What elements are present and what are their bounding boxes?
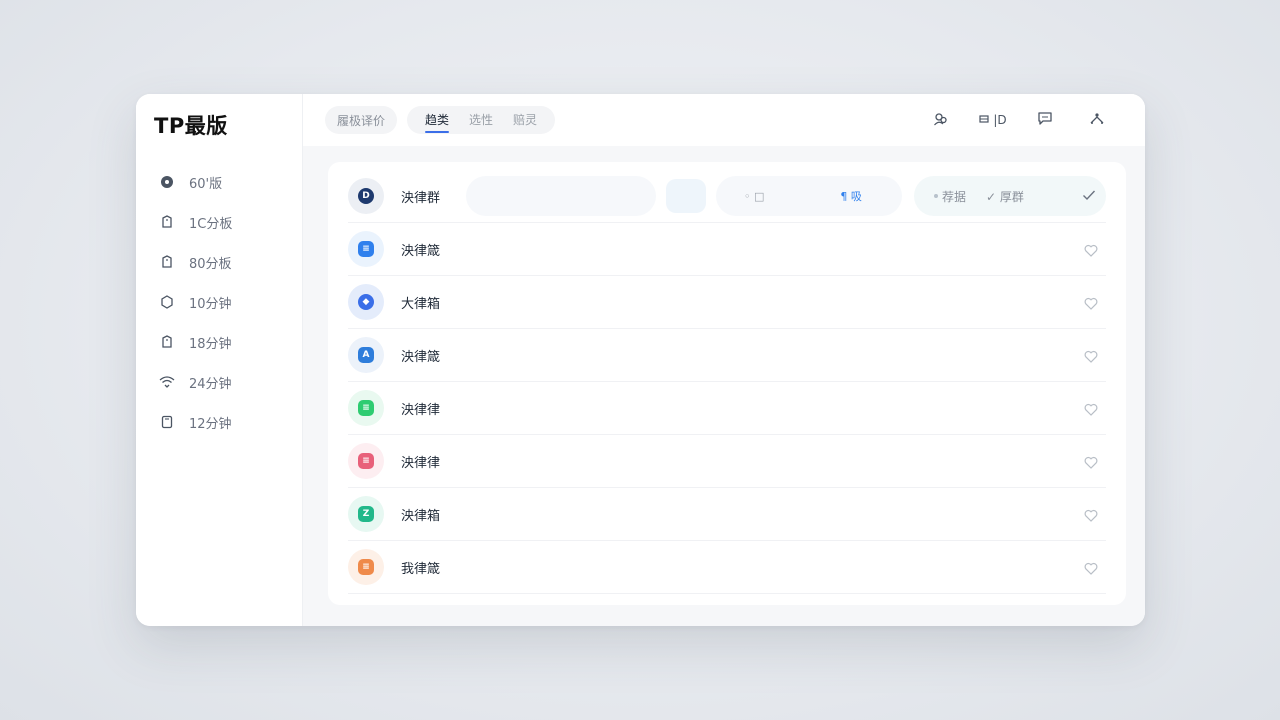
chip-box: 荐据 ✓ 厚群 bbox=[914, 176, 1106, 216]
app-window: TP最版 60'版 1C分板 80分板 10分钟 18分钟 24分钟 12分钟 … bbox=[136, 94, 1145, 626]
tab-1[interactable]: 趋类 bbox=[415, 106, 459, 134]
list-item-title: 泱律箴 bbox=[401, 243, 441, 259]
calendar-icon: ≡ bbox=[358, 241, 374, 257]
sidebar-item-2[interactable]: 1C分板 bbox=[154, 202, 302, 242]
avatar: ≡ bbox=[348, 231, 384, 267]
tag-icon bbox=[159, 254, 175, 270]
sidebar-item-5[interactable]: 18分钟 bbox=[154, 322, 302, 362]
chat-button[interactable] bbox=[1019, 106, 1071, 134]
message-icon: ≡ bbox=[358, 400, 374, 416]
tag-icon bbox=[159, 334, 175, 350]
list-item[interactable]: Z 泱律箱 bbox=[348, 488, 1106, 541]
avatar: Z bbox=[348, 496, 384, 532]
document-icon bbox=[159, 414, 175, 430]
share-button[interactable] bbox=[1071, 106, 1123, 134]
box-icon: ≡ bbox=[358, 559, 374, 575]
list-item[interactable]: ≡ 泱律律 bbox=[348, 435, 1106, 488]
filter-pill[interactable]: 履极译价 bbox=[325, 106, 398, 134]
list-item-title: 大律箱 bbox=[401, 296, 441, 312]
list-item[interactable]: ≡ 泱律箴 bbox=[348, 223, 1106, 276]
avatar: ≡ bbox=[348, 549, 384, 585]
filter-square-button[interactable] bbox=[666, 179, 707, 213]
hexagon-icon bbox=[159, 294, 175, 310]
filter-bar: ◦ □ ¶ 吸 荐据 ✓ 厚群 bbox=[466, 176, 1106, 216]
sidebar: TP最版 60'版 1C分板 80分板 10分钟 18分钟 24分钟 12分钟 bbox=[136, 94, 303, 626]
list-item-title: 泱律箴 bbox=[401, 349, 441, 365]
sidebar-item-label: 80分板 bbox=[189, 256, 232, 272]
main-panel: 履极译价 趋类 选性 赔灵 |D D 泱律群 ◦ □ ¶ 吸 荐据 ✓ 厚群 ≡… bbox=[303, 94, 1145, 626]
filter-pill-label: 履极译价 bbox=[337, 113, 386, 128]
sidebar-item-3[interactable]: 80分板 bbox=[154, 242, 302, 282]
users-button[interactable] bbox=[915, 106, 967, 134]
avatar: ≡ bbox=[348, 390, 384, 426]
layout-button[interactable]: |D bbox=[967, 106, 1019, 134]
list-item-title: 我律箴 bbox=[401, 561, 441, 577]
layout-icon bbox=[979, 113, 989, 127]
image-icon: Z bbox=[358, 506, 374, 522]
avatar: ≡ bbox=[348, 443, 384, 479]
logo-d-icon: D bbox=[358, 188, 374, 204]
share-icon bbox=[1089, 112, 1105, 129]
layout-label: |D bbox=[993, 113, 1007, 127]
sidebar-item-4[interactable]: 10分钟 bbox=[154, 282, 302, 322]
filter-group-b: ¶ 吸 bbox=[840, 190, 862, 203]
sidebar-item-6[interactable]: 24分钟 bbox=[154, 362, 302, 402]
sidebar-item-label: 60'版 bbox=[189, 176, 223, 192]
users-icon bbox=[933, 112, 949, 129]
sidebar-item-label: 18分钟 bbox=[189, 336, 232, 352]
chat-icon bbox=[1037, 111, 1053, 129]
heart-icon[interactable] bbox=[1084, 401, 1098, 416]
ai-icon: A bbox=[358, 347, 374, 363]
heart-icon[interactable] bbox=[1084, 242, 1098, 257]
top-actions: |D bbox=[915, 106, 1123, 134]
sidebar-item-label: 10分钟 bbox=[189, 296, 232, 312]
dot-icon bbox=[934, 194, 939, 198]
wifi-icon bbox=[159, 374, 175, 390]
sidebar-item-label: 24分钟 bbox=[189, 376, 232, 392]
brand-title: TP最版 bbox=[154, 114, 228, 138]
sidebar-item-1[interactable]: 60'版 bbox=[154, 162, 302, 202]
sidebar-item-label: 12分钟 bbox=[189, 416, 232, 432]
avatar: A bbox=[348, 337, 384, 373]
sidebar-item-label: 1C分板 bbox=[189, 216, 233, 232]
record-icon bbox=[159, 174, 175, 190]
tab-2[interactable]: 选性 bbox=[459, 106, 503, 134]
heart-icon[interactable] bbox=[1084, 348, 1098, 363]
avatar: ◆ bbox=[348, 284, 384, 320]
tag-icon bbox=[159, 214, 175, 230]
tab-group: 趋类 选性 赔灵 bbox=[407, 106, 556, 134]
heart-icon[interactable] bbox=[1084, 454, 1098, 469]
chip-one[interactable]: 荐据 bbox=[934, 188, 966, 205]
top-bar: 履极译价 趋类 选性 赔灵 |D bbox=[303, 94, 1145, 146]
chip-one-label: 荐据 bbox=[942, 189, 967, 204]
list-item-title: 泱律群 bbox=[401, 190, 441, 206]
filter-group-a: ◦ □ bbox=[744, 189, 765, 203]
list-item-title: 泱律律 bbox=[401, 455, 441, 471]
list-item-title: 泱律律 bbox=[401, 402, 441, 418]
book-icon: ≡ bbox=[358, 453, 374, 469]
filter-group[interactable]: ◦ □ ¶ 吸 bbox=[716, 176, 903, 216]
search-input[interactable] bbox=[466, 176, 657, 216]
heart-icon[interactable] bbox=[1084, 560, 1098, 575]
list-item-title: 泱律箱 bbox=[401, 508, 441, 524]
drop-icon: ◆ bbox=[358, 294, 374, 310]
list-item[interactable]: ◆ 大律箱 bbox=[348, 276, 1106, 329]
sidebar-nav: 60'版 1C分板 80分板 10分钟 18分钟 24分钟 12分钟 bbox=[154, 162, 302, 442]
sidebar-item-7[interactable]: 12分钟 bbox=[154, 402, 302, 442]
check-icon[interactable] bbox=[1082, 189, 1096, 204]
list-card: D 泱律群 ◦ □ ¶ 吸 荐据 ✓ 厚群 ≡ 泱律箴 ◆ 大律箱 A 泱律箴 … bbox=[328, 162, 1126, 605]
avatar: D bbox=[348, 178, 384, 214]
tab-3[interactable]: 赔灵 bbox=[503, 106, 547, 134]
heart-icon[interactable] bbox=[1084, 507, 1098, 522]
heart-icon[interactable] bbox=[1084, 295, 1098, 310]
list-item[interactable]: A 泱律箴 bbox=[348, 329, 1106, 382]
list-item[interactable]: ≡ 泱律律 bbox=[348, 382, 1106, 435]
list-item[interactable]: D 泱律群 ◦ □ ¶ 吸 荐据 ✓ 厚群 bbox=[348, 170, 1106, 223]
list-item[interactable]: ≡ 我律箴 bbox=[348, 541, 1106, 594]
chip-two[interactable]: ✓ 厚群 bbox=[986, 188, 1024, 205]
